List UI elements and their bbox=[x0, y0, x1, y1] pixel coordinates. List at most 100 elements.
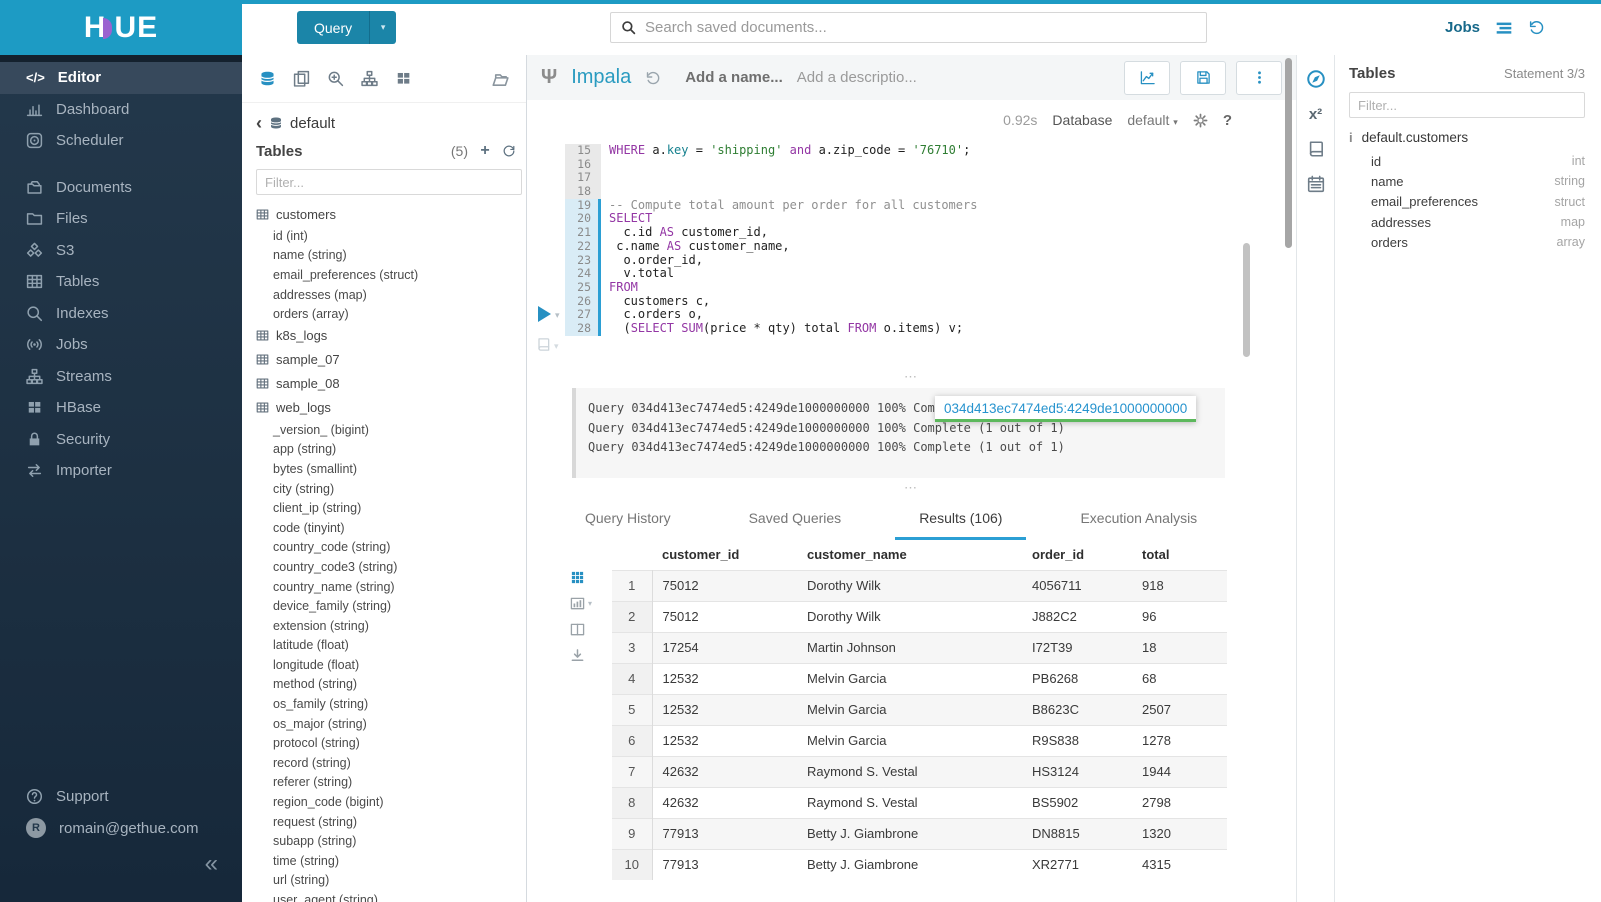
blocks-icon[interactable] bbox=[395, 70, 412, 87]
column-item[interactable]: referer (string) bbox=[256, 773, 516, 793]
chart-type-caret[interactable]: ▾ bbox=[588, 599, 592, 608]
code-line[interactable]: -- Compute total amount per order for al… bbox=[609, 199, 977, 213]
column-item[interactable]: city (string) bbox=[256, 479, 516, 499]
code-line[interactable]: FROM bbox=[609, 281, 977, 295]
code-line[interactable]: WHERE a.key = 'shipping' and a.zip_code … bbox=[609, 144, 977, 158]
sidebar-item-tables[interactable]: Tables bbox=[0, 266, 242, 298]
results-grid-icon[interactable] bbox=[570, 570, 585, 585]
sidebar-item-support[interactable]: Support bbox=[0, 781, 242, 813]
sidebar-item-hbase[interactable]: HBase bbox=[0, 392, 242, 424]
language-reference-tab-icon[interactable] bbox=[1307, 140, 1325, 158]
folder-open-icon[interactable] bbox=[491, 70, 509, 88]
column-item[interactable]: latitude (float) bbox=[256, 636, 516, 656]
table-row[interactable]: 742632Raymond S. VestalHS31241944 bbox=[612, 756, 1227, 787]
tab-execution-analysis[interactable]: Execution Analysis bbox=[1056, 498, 1221, 540]
column-item[interactable]: country_name (string) bbox=[256, 577, 516, 597]
database-select[interactable]: default ▾ bbox=[1127, 112, 1177, 128]
column-item[interactable]: time (string) bbox=[256, 851, 516, 871]
query-description-field[interactable]: Add a descriptio... bbox=[797, 69, 917, 86]
chart-button[interactable] bbox=[1124, 61, 1170, 95]
table-row[interactable]: 612532Melvin GarciaR9S8381278 bbox=[612, 725, 1227, 756]
column-item[interactable]: extension (string) bbox=[256, 616, 516, 636]
column-item[interactable]: orders (array) bbox=[256, 304, 516, 324]
table-row[interactable]: 1077913Betty J. GiambroneXR27714315 bbox=[612, 849, 1227, 880]
resize-grip-bottom[interactable]: ⋯ bbox=[527, 478, 1296, 498]
query-button-label[interactable]: Query bbox=[297, 11, 369, 44]
back-chevron-icon[interactable]: ‹ bbox=[256, 114, 262, 132]
column-item[interactable]: name (string) bbox=[256, 246, 516, 266]
refresh-icon[interactable] bbox=[502, 144, 516, 158]
active-table-name[interactable]: default.customers bbox=[1362, 130, 1469, 145]
search-input[interactable] bbox=[645, 19, 1196, 36]
code-line[interactable]: o.order_id, bbox=[609, 254, 977, 268]
execute-options-caret[interactable]: ▾ bbox=[555, 310, 560, 321]
column-item[interactable]: record (string) bbox=[256, 753, 516, 773]
global-search[interactable] bbox=[610, 12, 1207, 43]
column-item[interactable]: url (string) bbox=[256, 871, 516, 891]
column-item[interactable]: country_code3 (string) bbox=[256, 557, 516, 577]
editor-scrollbar[interactable] bbox=[1243, 243, 1250, 357]
jobs-link[interactable]: Jobs bbox=[1445, 19, 1480, 36]
query-history-icon[interactable] bbox=[1528, 19, 1545, 36]
right-filter-input[interactable] bbox=[1349, 92, 1585, 118]
tab-saved-queries[interactable]: Saved Queries bbox=[725, 498, 866, 540]
add-table-icon[interactable]: + bbox=[477, 143, 493, 159]
table-item[interactable]: sample_07 bbox=[256, 348, 516, 372]
column-item[interactable]: _version_ (bigint) bbox=[256, 420, 516, 440]
tab-query-history[interactable]: Query History bbox=[561, 498, 695, 540]
table-row[interactable]: 175012Dorothy Wilk4056711918 bbox=[612, 570, 1227, 601]
column-item[interactable]: email_preferencesstruct bbox=[1349, 192, 1585, 212]
table-row[interactable]: 512532Melvin GarciaB8623C2507 bbox=[612, 694, 1227, 725]
assistant-tab-icon[interactable] bbox=[1306, 69, 1326, 89]
column-item[interactable]: country_code (string) bbox=[256, 538, 516, 558]
more-options-button[interactable] bbox=[1236, 61, 1282, 95]
column-item[interactable]: client_ip (string) bbox=[256, 498, 516, 518]
code-line[interactable]: c.name AS customer_name, bbox=[609, 240, 977, 254]
column-item[interactable]: longitude (float) bbox=[256, 655, 516, 675]
tables-filter-input[interactable] bbox=[256, 169, 522, 195]
column-item[interactable]: code (tinyint) bbox=[256, 518, 516, 538]
column-header[interactable]: total bbox=[1132, 540, 1227, 570]
sidebar-item-security[interactable]: Security bbox=[0, 424, 242, 456]
code-line[interactable] bbox=[609, 171, 977, 185]
sidebar-item-editor[interactable]: </>Editor bbox=[0, 62, 242, 94]
breadcrumb-database-name[interactable]: default bbox=[290, 115, 335, 132]
sidebar-item-importer[interactable]: Importer bbox=[0, 455, 242, 487]
column-item[interactable]: ordersarray bbox=[1349, 232, 1585, 252]
hue-logo[interactable]: HUE bbox=[0, 0, 242, 55]
code-line[interactable]: customers c, bbox=[609, 295, 977, 309]
sidebar-collapse-icon[interactable]: « bbox=[205, 850, 218, 878]
query-dropdown-caret[interactable]: ▾ bbox=[369, 11, 396, 44]
table-row[interactable]: 317254Martin JohnsonI72T3918 bbox=[612, 632, 1227, 663]
column-header[interactable]: customer_id bbox=[652, 540, 797, 570]
sidebar-item-user[interactable]: R romain@gethue.com bbox=[0, 813, 242, 845]
column-item[interactable]: bytes (smallint) bbox=[256, 459, 516, 479]
column-item[interactable]: request (string) bbox=[256, 812, 516, 832]
column-item[interactable]: os_family (string) bbox=[256, 694, 516, 714]
results-chart-icon[interactable] bbox=[570, 596, 585, 611]
table-row[interactable]: 275012Dorothy WilkJ882C296 bbox=[612, 601, 1227, 632]
sidebar-item-scheduler[interactable]: Scheduler bbox=[0, 125, 242, 157]
list-bars-icon[interactable] bbox=[1495, 19, 1513, 37]
code-line[interactable]: c.orders o, bbox=[609, 308, 977, 322]
column-item[interactable]: email_preferences (struct) bbox=[256, 265, 516, 285]
table-item[interactable]: customers bbox=[256, 202, 516, 226]
snippet-options-caret[interactable]: ▾ bbox=[554, 341, 559, 352]
code-line[interactable]: c.id AS customer_id, bbox=[609, 226, 977, 240]
table-item[interactable]: sample_08 bbox=[256, 372, 516, 396]
resize-grip-top[interactable]: ⋯ bbox=[527, 365, 1296, 388]
table-item[interactable]: web_logs bbox=[256, 396, 516, 420]
results-columns-icon[interactable] bbox=[570, 622, 585, 637]
schedule-tab-icon[interactable] bbox=[1307, 175, 1325, 193]
sidebar-item-dashboard[interactable]: Dashboard bbox=[0, 94, 242, 126]
code-line[interactable] bbox=[609, 185, 977, 199]
column-item[interactable]: os_major (string) bbox=[256, 714, 516, 734]
copy-icon[interactable] bbox=[293, 70, 310, 87]
column-item[interactable]: user_agent (string) bbox=[256, 890, 516, 902]
database-breadcrumb[interactable]: ‹ default bbox=[256, 111, 516, 135]
sidebar-item-s3[interactable]: S3 bbox=[0, 235, 242, 267]
sidebar-item-documents[interactable]: Documents bbox=[0, 172, 242, 204]
database-icon[interactable] bbox=[259, 70, 276, 87]
column-item[interactable]: subapp (string) bbox=[256, 831, 516, 851]
tab-results-106-[interactable]: Results (106) bbox=[895, 498, 1026, 540]
